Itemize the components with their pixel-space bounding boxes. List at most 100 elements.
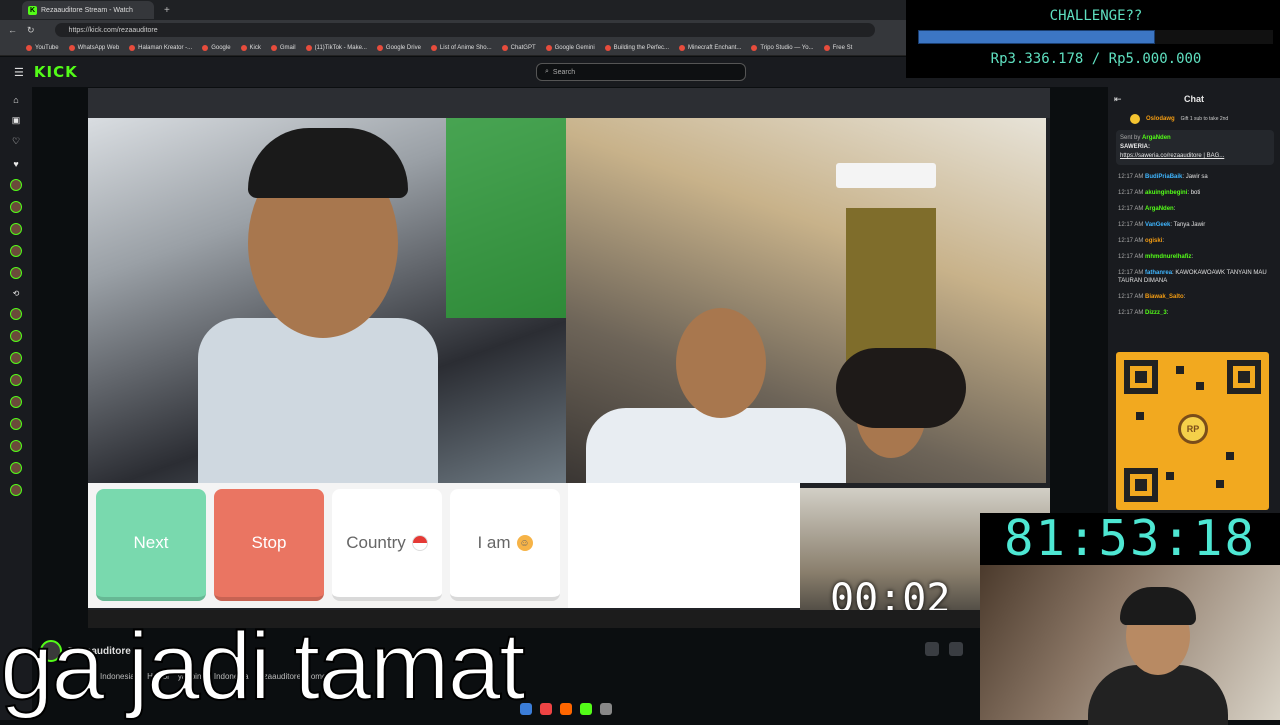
pinned-by-label: Sent by (1120, 135, 1141, 141)
taskbar-app-icon[interactable] (520, 703, 532, 715)
bookmark-favicon-icon (68, 44, 75, 51)
channel-avatar[interactable] (10, 440, 22, 452)
message-time: 12:17 AM (1118, 190, 1144, 196)
stop-button[interactable]: Stop (214, 489, 324, 601)
stranger-video (88, 118, 566, 483)
bookmark-item[interactable]: Building the Perfec... (604, 44, 670, 51)
bookmark-item[interactable]: ChatGPT (501, 44, 536, 51)
message-user[interactable]: VanGeek (1145, 222, 1170, 228)
host-face (676, 308, 766, 418)
qr-module (1216, 480, 1224, 488)
bookmark-item[interactable]: WhatsApp Web (68, 44, 119, 51)
bookmark-favicon-icon (26, 44, 32, 51)
message-time: 12:17 AM (1118, 254, 1144, 260)
background-wall (446, 118, 566, 318)
bookmark-item[interactable]: Free St (823, 44, 852, 51)
search-placeholder: Search (552, 68, 576, 76)
channel-avatar[interactable] (10, 330, 22, 342)
channel-avatar[interactable] (10, 201, 22, 213)
bookmark-favicon-icon (604, 44, 611, 51)
channel-avatar[interactable] (10, 308, 22, 320)
boy-emoji-icon: ☺ (516, 535, 533, 551)
browse-icon[interactable]: ▣ (0, 115, 32, 126)
bookmark-item[interactable]: YouTube (26, 44, 59, 51)
country-button[interactable]: Country (332, 489, 442, 601)
bookmark-item[interactable]: (11)TikTok - Make... (305, 44, 367, 51)
message-user[interactable]: akuinginbegini (1145, 190, 1187, 196)
follow-heart-icon[interactable] (949, 642, 963, 656)
menu-icon[interactable]: ☰ (14, 66, 24, 79)
message-user[interactable]: fathanrea (1145, 270, 1172, 276)
saweria-logo: RP (1178, 414, 1208, 444)
stop-label: Stop (251, 533, 287, 552)
bookmark-item[interactable]: Kick (240, 44, 261, 51)
browser-tab[interactable]: K Rezaauditore Stream - Watch (22, 1, 154, 19)
challenge-overlay: CHALLENGE?? Rp3.336.178 / Rp5.000.000 (906, 0, 1280, 78)
challenge-progress-fill (918, 30, 1155, 44)
bookmark-item[interactable]: Google Drive (376, 44, 421, 51)
bookmark-label: Building the Perfec... (613, 44, 670, 51)
pinned-link[interactable]: https://saweria.co/rezaauditore | BAG... (1120, 153, 1224, 159)
message-text: : boti (1187, 190, 1201, 196)
curtain (846, 208, 936, 368)
reload-icon[interactable]: ↻ (27, 25, 35, 36)
bookmark-item[interactable]: Google (202, 44, 231, 51)
notification-icon[interactable] (925, 642, 939, 656)
bookmark-label: Google Gemini (554, 44, 595, 51)
message-time: 12:17 AM (1118, 222, 1144, 228)
new-tab-icon[interactable]: + (164, 5, 170, 16)
home-icon[interactable]: ⌂ (0, 95, 32, 105)
chat-message: 12:17 AM ogiski: (1118, 237, 1280, 245)
pinned-message[interactable]: Sent by ArgaNden SAWERIA: https://saweri… (1116, 130, 1274, 165)
message-user[interactable]: ogiski (1145, 238, 1162, 244)
taskbar-app-icon[interactable] (580, 703, 592, 715)
message-time: 12:17 AM (1118, 174, 1144, 180)
message-user[interactable]: mhmdnurelhafiz (1145, 254, 1191, 260)
message-user[interactable]: BudiPriaBaik (1145, 174, 1182, 180)
url-text: https://kick.com/rezaauditore (68, 26, 158, 34)
stream-player[interactable]: Next Stop Country I am ☺ 00:02 (88, 88, 1050, 628)
next-button[interactable]: Next (96, 489, 206, 601)
channel-avatar[interactable] (10, 179, 22, 191)
channel-avatar[interactable] (10, 245, 22, 257)
search-input[interactable]: ⌕ Search (536, 63, 746, 81)
channel-avatar[interactable] (10, 374, 22, 386)
channel-avatar[interactable] (10, 352, 22, 364)
taskbar-app-icon[interactable] (600, 703, 612, 715)
bookmark-item[interactable]: Halaman Kreator -... (129, 44, 193, 51)
message-text: : Tanya Jawir (1170, 222, 1206, 228)
channel-avatar[interactable] (10, 462, 22, 474)
message-user[interactable]: ArgaNden (1145, 206, 1174, 212)
bookmark-item[interactable]: Gmail (270, 44, 296, 51)
iam-button[interactable]: I am ☺ (450, 489, 560, 601)
bookmark-item[interactable]: Tripo Studio — Yo... (751, 44, 814, 51)
channel-avatar[interactable] (10, 418, 22, 430)
channel-avatar[interactable] (10, 396, 22, 408)
bookmark-favicon-icon (823, 44, 830, 51)
channel-avatar[interactable] (10, 223, 22, 235)
video-chat-pane[interactable] (568, 483, 800, 608)
channel-avatar[interactable] (10, 484, 22, 496)
back-icon[interactable]: ← (8, 25, 17, 35)
message-user[interactable]: Dizzz_3 (1145, 310, 1167, 316)
bookmark-item[interactable]: Minecraft Enchant... (679, 44, 741, 51)
bookmark-label: Halaman Kreator -... (138, 44, 193, 51)
taskbar-app-icon[interactable] (560, 703, 572, 715)
bookmark-item[interactable]: List of Anime Sho... (430, 44, 492, 51)
gift-user[interactable]: Oslodawg (1146, 116, 1175, 122)
kick-logo[interactable]: KICK (34, 63, 78, 81)
message-time: 12:17 AM (1118, 270, 1144, 276)
chat-message: 12:17 AM mhmdnurelhafiz: (1118, 253, 1280, 261)
message-user[interactable]: Biawak_Salto (1145, 294, 1184, 300)
next-label: Next (133, 533, 169, 552)
bookmark-item[interactable]: Google Gemini (545, 44, 595, 51)
following-icon[interactable]: ♡ (0, 136, 32, 147)
url-field[interactable]: https://kick.com/rezaauditore (54, 23, 875, 37)
channel-avatar[interactable] (10, 267, 22, 279)
pinned-user[interactable]: ArgaNden (1142, 135, 1171, 141)
collapse-chat-icon[interactable]: ⇤ (1114, 94, 1122, 105)
chat-messages: 12:17 AM BudiPriaBaik: Jawir sa 12:17 AM … (1108, 173, 1280, 317)
taskbar-app-icon[interactable] (540, 703, 552, 715)
os-taskbar (520, 700, 780, 718)
air-conditioner (836, 163, 936, 188)
